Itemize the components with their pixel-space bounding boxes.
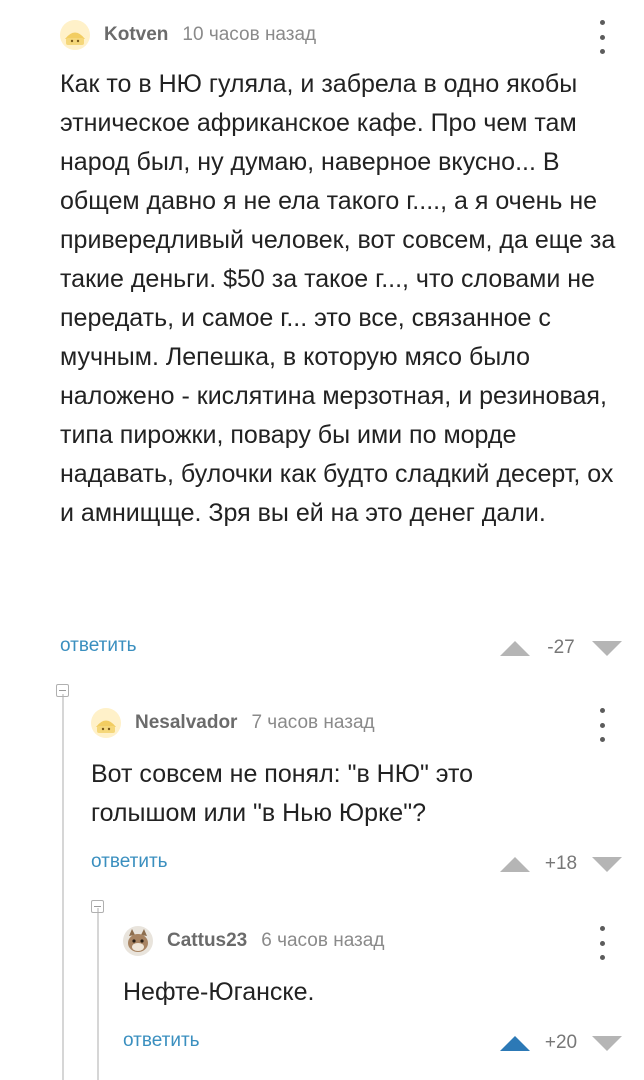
reply-button[interactable]: ответить	[123, 1030, 200, 1052]
username[interactable]: Cattus23	[167, 930, 247, 952]
comment-header: Cattus23 6 часов назад	[123, 924, 384, 958]
collapse-minus-icon[interactable]	[91, 900, 104, 913]
smiling-face-avatar[interactable]	[91, 708, 121, 738]
vertical-dots-icon[interactable]	[590, 20, 614, 54]
upvote-icon[interactable]	[500, 640, 530, 656]
downvote-icon[interactable]	[592, 856, 622, 872]
downvote-icon[interactable]	[592, 1035, 622, 1051]
rating: -27	[547, 637, 575, 658]
comment-text: Нефте-Юганске.	[123, 978, 315, 1006]
timestamp[interactable]: 7 часов назад	[251, 712, 374, 734]
vote-controls: +18	[500, 853, 622, 875]
thread-line-level-1	[62, 694, 64, 1080]
vote-controls: -27	[500, 637, 622, 659]
rating: +18	[544, 853, 578, 874]
comment-header: Kotven 10 часов назад	[60, 18, 316, 52]
collapse-minus-icon[interactable]	[56, 684, 69, 697]
comment-text: Вот совсем не понял: "в НЮ" это голышом …	[91, 760, 474, 827]
comment-text: Как то в НЮ гуляла, и забрела в одно яко…	[60, 70, 616, 527]
timestamp[interactable]: 10 часов назад	[182, 24, 316, 46]
comment-header: Nesalvador 7 часов назад	[91, 706, 375, 740]
rating: +20	[544, 1032, 578, 1053]
upvote-icon[interactable]	[500, 856, 530, 872]
username[interactable]: Nesalvador	[135, 712, 237, 734]
smiling-face-avatar[interactable]	[60, 20, 90, 50]
timestamp[interactable]: 6 часов назад	[261, 930, 384, 952]
vertical-dots-icon[interactable]	[590, 926, 614, 960]
reply-button[interactable]: ответить	[60, 635, 137, 657]
downvote-icon[interactable]	[592, 640, 622, 656]
cat-avatar[interactable]	[123, 926, 153, 956]
username[interactable]: Kotven	[104, 24, 168, 46]
vote-controls: +20	[500, 1032, 622, 1054]
vertical-dots-icon[interactable]	[590, 708, 614, 742]
thread-line-level-2	[97, 908, 99, 1080]
reply-button[interactable]: ответить	[91, 851, 168, 873]
upvote-icon[interactable]	[500, 1035, 530, 1051]
